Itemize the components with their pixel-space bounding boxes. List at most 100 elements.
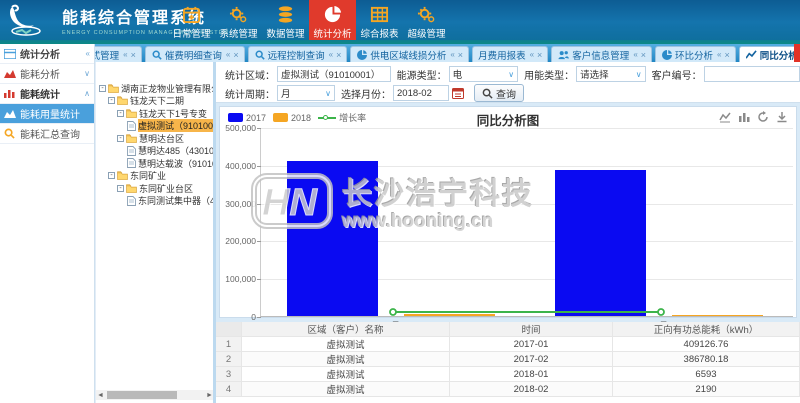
scrollbar-thumb[interactable]: [107, 391, 177, 399]
table-row[interactable]: 2 虚拟测试 2017-02 386780.18: [216, 352, 800, 367]
tree-node-虚拟测试（91010001）[interactable]: 虚拟测试（91010001）: [99, 120, 213, 133]
tab-collapse-icon[interactable]: «: [226, 50, 230, 59]
y-axis-tick: [257, 317, 261, 318]
tab-close-icon[interactable]: ×: [458, 50, 463, 60]
tab-客户信息管理[interactable]: 客户信息管理«×: [551, 46, 652, 62]
sidebar-item-energy-usage-statistics[interactable]: 能耗用量统计: [0, 104, 94, 124]
tab-collapse-icon[interactable]: «: [450, 50, 454, 59]
tab-close-icon[interactable]: ×: [537, 50, 542, 60]
tab-collapse-icon[interactable]: «: [717, 50, 721, 59]
tab-close-icon[interactable]: ×: [641, 50, 646, 60]
line-chart-toggle-icon[interactable]: [719, 111, 731, 123]
tab-close-icon[interactable]: ×: [336, 50, 341, 60]
tab-close-icon[interactable]: ×: [131, 50, 136, 60]
tab-远程控制查询[interactable]: 远程控制查询«×: [248, 46, 348, 62]
table-row[interactable]: 4 虚拟测试 2018-02 2190: [216, 382, 800, 397]
refresh-icon[interactable]: [757, 111, 769, 123]
bar-chart-toggle-icon[interactable]: [738, 111, 750, 123]
gears-icon: [229, 3, 248, 25]
menu-item-super[interactable]: 超级管理: [403, 0, 450, 40]
tab-close-icon[interactable]: ×: [725, 50, 730, 60]
tree-expander-icon[interactable]: -: [117, 135, 124, 142]
tree-horizontal-scrollbar[interactable]: ◄ ►: [96, 390, 214, 400]
area-chart-icon: [4, 109, 17, 118]
users-icon: [558, 50, 569, 60]
y-axis-label: 0: [251, 312, 256, 322]
usage-type-select[interactable]: 请选择∨: [576, 66, 645, 82]
folder-icon: [126, 134, 137, 143]
scroll-left-arrow-icon[interactable]: ◄: [96, 392, 105, 399]
tree-node-慧明达载波（9101000[interactable]: 慧明达载波（9101000: [99, 157, 213, 170]
search-icon: [152, 50, 162, 60]
tab-月费用报表[interactable]: 月费用报表«×: [472, 46, 548, 62]
tree-expander-icon[interactable]: -: [99, 85, 106, 92]
table-header-row: 区域（客户）名称 时间 正向有功总能耗（kWh）: [216, 322, 800, 337]
month-input[interactable]: 2018-02: [393, 85, 449, 101]
scroll-right-arrow-icon[interactable]: ►: [205, 392, 214, 399]
tab-催费明细查询[interactable]: 催费明细查询«×: [145, 46, 245, 62]
table-row[interactable]: 3 虚拟测试 2018-01 6593: [216, 367, 800, 382]
period-select[interactable]: 月∨: [277, 85, 335, 101]
tree-expander-icon[interactable]: -: [108, 172, 115, 179]
energy-type-label: 能源类型：: [397, 67, 447, 82]
tree-node-东同矿业台区[interactable]: -东同矿业台区: [99, 182, 213, 195]
sidebar-header-statistics[interactable]: 统计分析 «: [0, 44, 94, 64]
collapse-icon[interactable]: «: [86, 49, 90, 58]
area-chart-icon: [4, 69, 17, 78]
energy-type-select[interactable]: 电∨: [449, 66, 518, 82]
chart-panel: 2017 2018 增长率 同比分析图 0100,000200,000300,0…: [219, 106, 797, 318]
chevron-down-icon: ∨: [508, 70, 514, 79]
document-icon: [127, 121, 136, 131]
menu-item-reports[interactable]: 综合报表: [356, 0, 403, 40]
pie-icon: [662, 50, 672, 60]
sidebar-item-energy-summary-query[interactable]: 能耗汇总查询: [0, 124, 94, 144]
menu-item-statistics[interactable]: 统计分析: [309, 0, 356, 40]
table-row[interactable]: 1 虚拟测试 2017-01 409126.76: [216, 337, 800, 352]
tree-node-钰龙天下二期[interactable]: -钰龙天下二期: [99, 95, 213, 108]
tree-node-钰龙天下1号专变[interactable]: -钰龙天下1号专变: [99, 107, 213, 120]
gears-icon: [417, 3, 436, 25]
customer-no-input[interactable]: [704, 66, 800, 82]
tree-node-东同测试集中器（4301[interactable]: 东同测试集中器（4301: [99, 195, 213, 208]
tab-同比分析[interactable]: 同比分析«×: [739, 46, 800, 62]
folder-icon: [126, 184, 137, 193]
chevron-up-icon[interactable]: ∧: [84, 89, 90, 98]
growth-rate-line: [261, 128, 793, 316]
search-icon: [4, 128, 17, 139]
tab-方式管理[interactable]: 方式管理«×: [95, 46, 142, 62]
sidebar-item-energy-analysis[interactable]: 能耗分析 ∨: [0, 64, 94, 84]
tab-collapse-icon[interactable]: «: [123, 50, 127, 59]
tab-collapse-icon[interactable]: «: [530, 50, 534, 59]
download-icon[interactable]: [776, 111, 788, 123]
tree-node-慧明达485（4301002[interactable]: 慧明达485（4301002: [99, 145, 213, 158]
chevron-down-icon[interactable]: ∨: [84, 69, 90, 78]
menu-item-daily[interactable]: 日常管理: [168, 0, 215, 40]
tree-node-东同矿业[interactable]: -东同矿业: [99, 170, 213, 183]
region-input[interactable]: 虚拟测试（91010001）: [277, 66, 391, 82]
query-button[interactable]: 查询: [474, 84, 524, 102]
tree-node-湖南正龙物业管理有限公司[interactable]: -湖南正龙物业管理有限公司: [99, 82, 213, 95]
panel-icon: [4, 49, 17, 59]
region-tree-panel: -湖南正龙物业管理有限公司-钰龙天下二期-钰龙天下1号专变虚拟测试（910100…: [95, 62, 216, 403]
y-axis-label: 400,000: [225, 161, 256, 171]
usage-type-label: 用能类型：: [524, 67, 574, 82]
y-axis-label: 300,000: [225, 199, 256, 209]
tree-expander-icon[interactable]: -: [117, 185, 124, 192]
tab-collapse-icon[interactable]: «: [329, 50, 333, 59]
tab-scroll-right-button[interactable]: [794, 44, 800, 62]
pie-icon: [357, 50, 367, 60]
tree-expander-icon[interactable]: -: [117, 110, 124, 117]
tab-供电区域线损分析[interactable]: 供电区域线损分析«×: [350, 46, 469, 62]
pie-chart-icon: [323, 3, 342, 25]
tab-collapse-icon[interactable]: «: [633, 50, 637, 59]
tree-expander-icon[interactable]: -: [108, 97, 115, 104]
calendar-icon: [182, 3, 201, 25]
calendar-icon[interactable]: [452, 87, 464, 99]
tab-close-icon[interactable]: ×: [233, 50, 238, 60]
tree-node-慧明达台区[interactable]: -慧明达台区: [99, 132, 213, 145]
sidebar-item-energy-statistics[interactable]: 能耗统计 ∧: [0, 84, 94, 104]
chevron-down-icon: ∨: [325, 89, 331, 98]
menu-item-system[interactable]: 系统管理: [215, 0, 262, 40]
menu-item-data[interactable]: 数据管理: [262, 0, 309, 40]
tab-环比分析[interactable]: 环比分析«×: [655, 46, 736, 62]
